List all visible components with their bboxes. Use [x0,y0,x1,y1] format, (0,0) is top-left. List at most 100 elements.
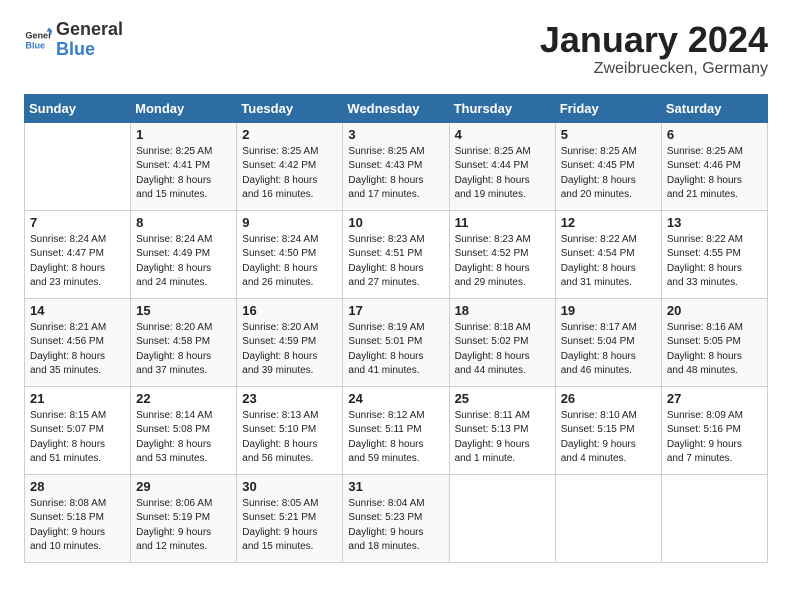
day-number: 9 [242,215,337,230]
cell-text: Sunrise: 8:08 AMSunset: 5:18 PMDaylight:… [30,497,125,555]
weekday-header-row: Sunday Monday Tuesday Wednesday Thursday… [25,94,768,122]
table-row: 3 Sunrise: 8:25 AMSunset: 4:43 PMDaylight… [343,122,449,210]
table-row: 26 Sunrise: 8:10 AMSunset: 5:15 PMDayligh… [555,386,661,474]
table-row: 5 Sunrise: 8:25 AMSunset: 4:45 PMDaylight… [555,122,661,210]
logo-general: General [56,20,123,40]
table-row: 2Sunrise: 8:25 AMSunset: 4:42 PMDaylight… [237,122,343,210]
cell-text: Sunrise: 8:13 AMSunset: 5:10 PMDaylight:… [242,409,337,467]
cell-text: Sunrise: 8:14 AMSunset: 5:08 PMDaylight:… [136,409,231,467]
table-row: 8 Sunrise: 8:24 AMSunset: 4:49 PMDaylight… [131,210,237,298]
month-title: January 2024 [540,20,768,60]
day-number: 28 [30,479,125,494]
cell-text: Sunrise: 8:19 AMSunset: 5:01 PMDaylight:… [348,321,443,379]
day-number: 26 [561,391,656,406]
day-number: 7 [30,215,125,230]
header-saturday: Saturday [661,94,767,122]
calendar-week-row: 7 Sunrise: 8:24 AMSunset: 4:47 PMDaylight… [25,210,768,298]
day-number: 16 [242,303,337,318]
svg-text:Blue: Blue [25,40,45,50]
calendar-page: General Blue General Blue January 2024 Z… [0,0,792,583]
day-number: 19 [561,303,656,318]
cell-text: Sunrise: 8:20 AMSunset: 4:59 PMDaylight:… [242,321,337,379]
calendar-week-row: 14 Sunrise: 8:21 AMSunset: 4:56 PMDayligh… [25,298,768,386]
header-sunday: Sunday [25,94,131,122]
table-row: 27 Sunrise: 8:09 AMSunset: 5:16 PMDayligh… [661,386,767,474]
table-row: 30 Sunrise: 8:05 AMSunset: 5:21 PMDayligh… [237,474,343,562]
calendar-week-row: 1 Sunrise: 8:25 AMSunset: 4:41 PMDaylight… [25,122,768,210]
day-number: 3 [348,127,443,142]
cell-text: Sunrise: 8:21 AMSunset: 4:56 PMDaylight:… [30,321,125,379]
cell-text: Sunrise: 8:22 AMSunset: 4:55 PMDaylight:… [667,233,762,291]
day-number: 15 [136,303,231,318]
table-row: 24Sunrise: 8:12 AMSunset: 5:11 PMDayligh… [343,386,449,474]
day-number: 5 [561,127,656,142]
calendar-week-row: 28 Sunrise: 8:08 AMSunset: 5:18 PMDayligh… [25,474,768,562]
logo-blue: Blue [56,40,123,60]
table-row: 14 Sunrise: 8:21 AMSunset: 4:56 PMDayligh… [25,298,131,386]
header-tuesday: Tuesday [237,94,343,122]
table-row: 1 Sunrise: 8:25 AMSunset: 4:41 PMDaylight… [131,122,237,210]
table-row: 6Sunrise: 8:25 AMSunset: 4:46 PMDaylight… [661,122,767,210]
calendar-week-row: 21Sunrise: 8:15 AMSunset: 5:07 PMDayligh… [25,386,768,474]
cell-text: Sunrise: 8:10 AMSunset: 5:15 PMDaylight:… [561,409,656,467]
cell-text: Sunrise: 8:20 AMSunset: 4:58 PMDaylight:… [136,321,231,379]
cell-text: Sunrise: 8:09 AMSunset: 5:16 PMDaylight:… [667,409,762,467]
cell-text: Sunrise: 8:18 AMSunset: 5:02 PMDaylight:… [455,321,550,379]
table-row: 28 Sunrise: 8:08 AMSunset: 5:18 PMDayligh… [25,474,131,562]
cell-text: Sunrise: 8:24 AMSunset: 4:49 PMDaylight:… [136,233,231,291]
calendar-table: Sunday Monday Tuesday Wednesday Thursday… [24,94,768,563]
table-row [661,474,767,562]
table-row: 19 Sunrise: 8:17 AMSunset: 5:04 PMDayligh… [555,298,661,386]
day-number: 13 [667,215,762,230]
header: General Blue General Blue January 2024 Z… [24,20,768,78]
table-row: 7 Sunrise: 8:24 AMSunset: 4:47 PMDaylight… [25,210,131,298]
table-row: 17 Sunrise: 8:19 AMSunset: 5:01 PMDayligh… [343,298,449,386]
cell-text: Sunrise: 8:24 AMSunset: 4:50 PMDaylight:… [242,233,337,291]
day-number: 17 [348,303,443,318]
day-number: 1 [136,127,231,142]
day-number: 12 [561,215,656,230]
cell-text: Sunrise: 8:25 AMSunset: 4:41 PMDaylight:… [136,145,231,203]
cell-text: Sunrise: 8:25 AMSunset: 4:43 PMDaylight:… [348,145,443,203]
cell-text: Sunrise: 8:22 AMSunset: 4:54 PMDaylight:… [561,233,656,291]
table-row: 4Sunrise: 8:25 AMSunset: 4:44 PMDaylight… [449,122,555,210]
table-row: 13 Sunrise: 8:22 AMSunset: 4:55 PMDayligh… [661,210,767,298]
table-row: 29Sunrise: 8:06 AMSunset: 5:19 PMDayligh… [131,474,237,562]
location-subtitle: Zweibruecken, Germany [540,60,768,78]
day-number: 11 [455,215,550,230]
cell-text: Sunrise: 8:24 AMSunset: 4:47 PMDaylight:… [30,233,125,291]
cell-text: Sunrise: 8:15 AMSunset: 5:07 PMDaylight:… [30,409,125,467]
table-row: 18Sunrise: 8:18 AMSunset: 5:02 PMDayligh… [449,298,555,386]
day-number: 4 [455,127,550,142]
title-block: January 2024 Zweibruecken, Germany [540,20,768,78]
cell-text: Sunrise: 8:12 AMSunset: 5:11 PMDaylight:… [348,409,443,467]
cell-text: Sunrise: 8:17 AMSunset: 5:04 PMDaylight:… [561,321,656,379]
table-row: 9 Sunrise: 8:24 AMSunset: 4:50 PMDaylight… [237,210,343,298]
header-thursday: Thursday [449,94,555,122]
cell-text: Sunrise: 8:05 AMSunset: 5:21 PMDaylight:… [242,497,337,555]
cell-text: Sunrise: 8:25 AMSunset: 4:45 PMDaylight:… [561,145,656,203]
cell-text: Sunrise: 8:25 AMSunset: 4:42 PMDaylight:… [242,145,337,203]
day-number: 31 [348,479,443,494]
svg-text:General: General [25,30,52,40]
table-row: 23Sunrise: 8:13 AMSunset: 5:10 PMDayligh… [237,386,343,474]
table-row: 11Sunrise: 8:23 AMSunset: 4:52 PMDayligh… [449,210,555,298]
table-row [555,474,661,562]
day-number: 6 [667,127,762,142]
table-row [449,474,555,562]
logo-icon: General Blue [24,26,52,54]
table-row: 10Sunrise: 8:23 AMSunset: 4:51 PMDayligh… [343,210,449,298]
day-number: 10 [348,215,443,230]
logo: General Blue General Blue [24,20,123,60]
day-number: 8 [136,215,231,230]
cell-text: Sunrise: 8:06 AMSunset: 5:19 PMDaylight:… [136,497,231,555]
header-wednesday: Wednesday [343,94,449,122]
day-number: 25 [455,391,550,406]
day-number: 30 [242,479,337,494]
cell-text: Sunrise: 8:11 AMSunset: 5:13 PMDaylight:… [455,409,550,467]
day-number: 22 [136,391,231,406]
day-number: 14 [30,303,125,318]
cell-text: Sunrise: 8:04 AMSunset: 5:23 PMDaylight:… [348,497,443,555]
day-number: 27 [667,391,762,406]
table-row: 15 Sunrise: 8:20 AMSunset: 4:58 PMDayligh… [131,298,237,386]
